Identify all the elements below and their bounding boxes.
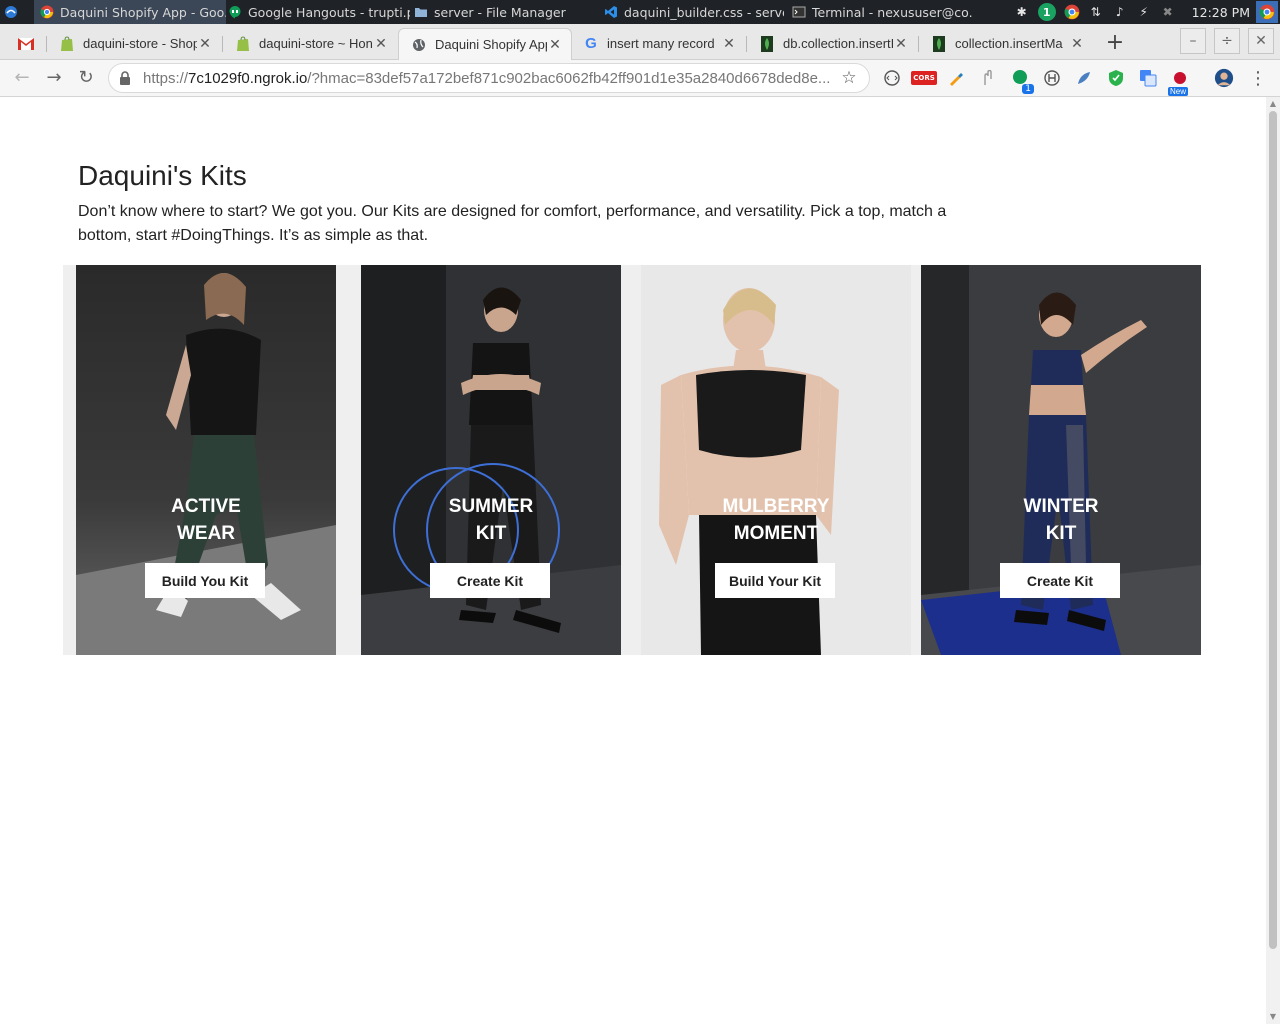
tab-title: insert many record [607,36,715,51]
build-your-kit-button[interactable]: Build Your Kit [715,563,835,598]
extension-h-icon[interactable] [1042,68,1062,88]
taskbar-item-label: Daquini Shopify App - Goo... [60,4,226,20]
power-icon[interactable]: ⚡ [1136,4,1152,20]
chrome-icon [40,5,54,19]
maximize-button[interactable]: ÷ [1214,28,1240,54]
globe-icon [411,37,427,53]
kit-title: WINTER KIT [1023,496,1099,544]
tab-title: collection.insertMa [955,36,1063,51]
extension-scrolling-icon[interactable] [882,68,902,88]
taskbar-item-vscode[interactable]: daquini_builder.css - serve... [604,0,784,24]
hangouts-icon [229,5,241,19]
tab-collection-insertmany[interactable]: collection.insertMa ✕ [919,28,1093,59]
shopify-icon [59,35,75,52]
taskbar-item-terminal[interactable]: Terminal - nexususer@co... [792,0,972,24]
tab-daquini-store-shop[interactable]: daquini-store - Shop ✕ [47,28,221,59]
kit-card-winter-kit[interactable]: WINTER KIT Create Kit [921,265,1201,655]
clock[interactable]: 12:28 PM [1192,5,1250,20]
volume-muted-icon[interactable]: ✖ [1160,4,1176,20]
close-tab-icon[interactable]: ✕ [721,35,737,52]
close-tab-icon[interactable]: ✕ [1069,35,1085,52]
reload-button[interactable]: ↻ [74,66,98,90]
browser-toolbar: ← → ↻ https://7c1029f0.ngrok.io/?hmac=83… [0,60,1280,97]
page-scrollbar[interactable]: ▲ ▼ [1266,97,1280,1024]
create-kit-button[interactable]: Create Kit [430,563,550,598]
browser-tab-strip: daquini-store - Shop ✕ daquini-store ~ H… [0,24,1280,60]
hand-extension-icon[interactable] [978,68,998,88]
hangouts-extension-icon[interactable]: 1 [1010,68,1034,94]
new-tab-button[interactable]: + [1103,32,1127,56]
colorzilla-icon[interactable] [946,68,966,88]
tab-google-search[interactable]: G insert many record ✕ [571,28,745,59]
notification-count-icon[interactable]: 1 [1037,3,1056,21]
tab-title: db.collection.insertI [783,36,893,51]
shield-icon[interactable] [1106,68,1126,88]
mongodb-leaf-icon [759,35,775,52]
taskbar-item-file-manager[interactable]: server - File Manager [414,0,594,24]
taskbar-item-label: Terminal - nexususer@co... [812,4,972,20]
build-kit-button[interactable]: Build You Kit [145,563,265,598]
taskbar-item-label: server - File Manager [434,4,566,20]
chrome-tray-icon-2[interactable] [1256,1,1278,23]
taskbar-item-label: daquini_builder.css - serve... [624,4,784,20]
page-content: Daquini's Kits Don’t know where to start… [0,97,1266,1024]
chrome-tray-icon[interactable] [1064,4,1080,20]
bluetooth-icon[interactable]: ✱ [1014,4,1030,20]
close-tab-icon[interactable]: ✕ [547,36,563,53]
scroll-up-icon[interactable]: ▲ [1269,100,1277,108]
forward-button[interactable]: → [42,66,66,90]
bell-icon[interactable]: ♪ [1112,4,1128,20]
page-title: Daquini's Kits [78,160,247,191]
close-window-button[interactable]: ✕ [1248,28,1274,54]
terminal-icon [792,6,806,18]
scrollbar-thumb[interactable] [1269,111,1277,949]
kit-title: ACTIVE WEAR [171,496,241,544]
kit-card-mulberry-moment[interactable]: MULBERRY MOMENT Build Your Kit [641,265,911,655]
vscode-icon [605,6,617,18]
taskbar-item-label: Google Hangouts - trupti.p... [248,4,410,20]
kit-card-active-wear[interactable]: ACTIVE WEAR Build You Kit [76,265,336,655]
feather-extension-icon[interactable] [1074,68,1094,88]
kit-title: MULBERRY MOMENT [722,496,830,544]
close-tab-icon[interactable]: ✕ [893,35,909,52]
lock-icon[interactable] [119,71,133,85]
close-tab-icon[interactable]: ✕ [197,35,213,52]
tab-daquini-store-home[interactable]: daquini-store ~ Hon ✕ [223,28,397,59]
mongodb-leaf-icon [931,35,947,52]
os-taskbar: Daquini Shopify App - Goo... Google Hang… [0,0,1280,24]
app-menu-icon[interactable] [4,0,26,24]
back-button[interactable]: ← [10,66,34,90]
page-description: Don’t know where to start? We got you. O… [78,203,947,244]
tab-title: Daquini Shopify App [435,37,547,52]
gmail-icon [18,36,34,52]
extension-badge: 1 [1022,84,1034,94]
system-tray: ✱ 1 ⇅ ♪ ⚡ ✖ 12:28 PM [1014,0,1280,24]
close-tab-icon[interactable]: ✕ [373,35,389,52]
tab-mongodb-insert[interactable]: db.collection.insertI ✕ [747,28,917,59]
network-icon[interactable]: ⇅ [1088,4,1104,20]
tab-title: daquini-store - Shop [83,36,197,51]
menu-kebab-icon[interactable]: ⋮ [1248,68,1268,89]
folder-icon [415,8,427,17]
new-extension-icon[interactable]: New [1168,68,1190,96]
tab-gmail[interactable] [6,28,44,59]
create-kit-button[interactable]: Create Kit [1000,563,1120,598]
avatar[interactable] [1214,68,1234,88]
translate-icon[interactable] [1138,68,1158,88]
google-icon: G [585,35,597,52]
tab-daquini-shopify-app[interactable]: Daquini Shopify App ✕ [398,28,572,60]
shopify-icon [235,35,251,52]
cors-extension-icon[interactable]: CORS [911,68,937,88]
extension-new-badge: New [1168,87,1189,96]
bookmark-star-icon[interactable]: ☆ [839,68,859,88]
scroll-down-icon[interactable]: ▼ [1269,1013,1277,1021]
kit-card-summer-kit[interactable]: SUMMER KIT Create Kit [361,265,621,655]
minimize-button[interactable]: – [1180,28,1206,54]
kit-title: SUMMER KIT [448,496,534,544]
url-text: https://7c1029f0.ngrok.io/?hmac=83def57a… [143,69,831,87]
taskbar-item-chrome[interactable]: Daquini Shopify App - Goo... [34,0,226,24]
address-bar[interactable]: https://7c1029f0.ngrok.io/?hmac=83def57a… [108,63,870,93]
tab-title: daquini-store ~ Hon [259,36,373,51]
taskbar-item-hangouts[interactable]: Google Hangouts - trupti.p... [226,0,410,24]
